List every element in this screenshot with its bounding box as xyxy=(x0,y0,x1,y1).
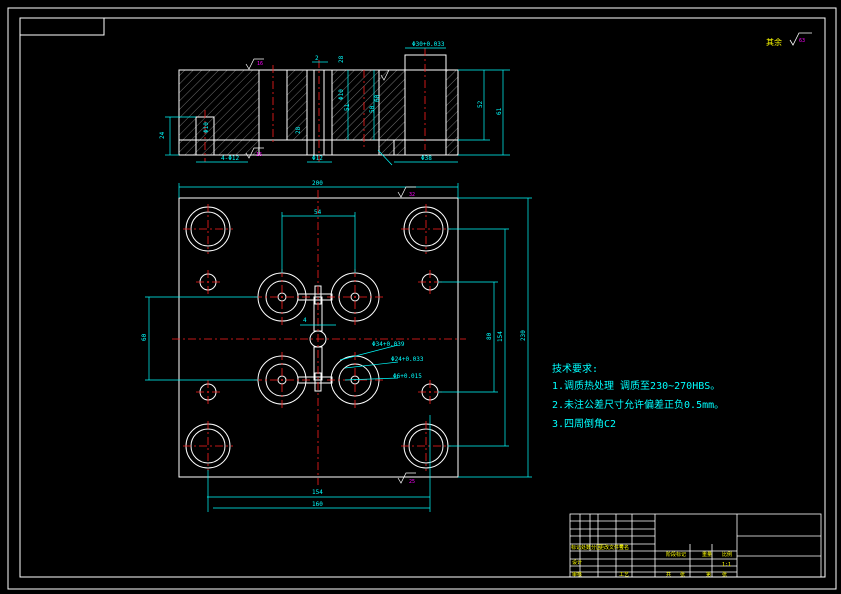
section-roughness-2: 16 xyxy=(256,152,262,158)
general-roughness-label: 其余 xyxy=(766,37,782,47)
dim-bore-depth: 52 xyxy=(477,100,484,108)
plan-roughness-top: 32 xyxy=(409,192,415,198)
title-cell-process: 工艺 xyxy=(619,572,629,578)
title-cell-signature: 签名 xyxy=(619,544,629,551)
dim-hole-spacing-y: 60 xyxy=(141,333,148,341)
dim-pin-spacing-y-outer: 154 xyxy=(497,331,504,342)
tech-note-1: 1.调质热处理 调质至230~270HBS。 xyxy=(552,379,720,392)
title-cell-index: 第 xyxy=(706,571,711,578)
dim-cb-dia: Φ38 xyxy=(421,155,432,162)
dim-gap: 4 xyxy=(303,317,307,324)
title-cell-scale-value: 1:1 xyxy=(722,562,731,568)
title-cell-weight: 重量 xyxy=(702,551,712,558)
dim-top-gap: 2 xyxy=(315,55,319,62)
title-cell-total: 共 xyxy=(666,571,671,578)
title-cell-sheets: 张 xyxy=(680,571,685,578)
dim-left-small: Φ10 xyxy=(203,122,210,133)
dim-side-a: 50 xyxy=(369,105,376,113)
general-roughness-value: 63 xyxy=(799,38,805,44)
dim-slot-width: Φ12 xyxy=(312,155,323,162)
dim-left-height: 24 xyxy=(159,131,166,139)
dim-side-b: 60 xyxy=(374,94,381,102)
dim-hole-spacing-x: 54 xyxy=(314,209,322,216)
title-cell-scale: 比例 xyxy=(722,551,732,558)
dim-overall-height: 61 xyxy=(496,107,503,115)
plan-roughness-bottom: 25 xyxy=(409,479,415,485)
title-cell-design: 设计 xyxy=(572,559,582,566)
section-roughness-1: 16 xyxy=(257,61,263,67)
title-cell-review: 审核 xyxy=(572,571,582,578)
dim-runner-1: Φ34+0.039 xyxy=(372,341,405,348)
tech-note-2: 2.未注公差尺寸允许偏差正负0.5mm。 xyxy=(552,398,724,411)
dim-pin-spacing-y: 80 xyxy=(486,332,493,340)
dim-bore-dia: Φ30+0.033 xyxy=(412,41,445,48)
tech-notes-heading: 技术要求: xyxy=(552,362,598,375)
dim-bottom-inner: 154 xyxy=(312,489,323,496)
cad-drawing-sheet: 其余 63 24 61 52 Φ30+0.033 Φ38 4-Φ12 Φ12 2… xyxy=(0,0,841,594)
dim-plate-width: 200 xyxy=(312,180,323,187)
dim-mid-b: Φ10 xyxy=(338,89,345,100)
dim-mid-a: 51 xyxy=(344,103,351,111)
dim-left-pin: 4-Φ12 xyxy=(221,155,239,162)
title-cell-mark: 标记 xyxy=(571,544,581,551)
dim-runner-2: Φ24+0.033 xyxy=(391,356,424,363)
dim-bottom-outer: 160 xyxy=(312,501,323,508)
title-cell-sheet: 张 xyxy=(722,571,727,578)
title-cell-stage: 阶段标记 xyxy=(666,551,686,558)
dim-inner-mark: 28 xyxy=(295,126,302,134)
dim-runner-3: Φ6+0.015 xyxy=(393,373,422,380)
dim-inner-mark-2: 28 xyxy=(338,55,345,63)
tech-note-3: 3.四周倒角C2 xyxy=(552,418,616,430)
dim-plate-height: 230 xyxy=(520,330,527,341)
title-cell-count: 处数 xyxy=(581,544,591,551)
